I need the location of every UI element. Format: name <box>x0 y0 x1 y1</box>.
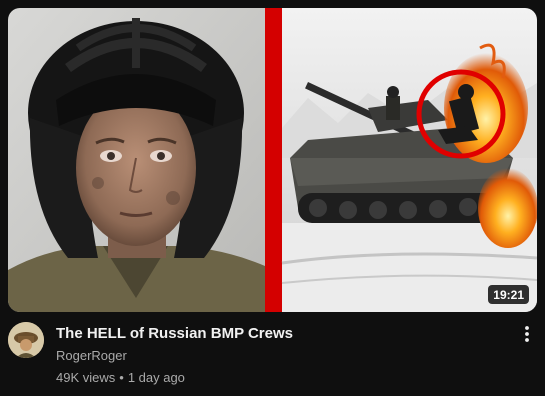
upload-age: 1 day ago <box>127 370 185 385</box>
avatar-image <box>8 322 44 358</box>
video-text: The HELL of Russian BMP Crews RogerRoger… <box>56 323 503 387</box>
stats-separator: • <box>119 370 124 385</box>
duration-badge: 19:21 <box>488 285 529 304</box>
channel-name[interactable]: RogerRoger <box>56 347 127 365</box>
video-stats: 49K views • 1 day ago <box>56 369 503 387</box>
video-title[interactable]: The HELL of Russian BMP Crews <box>56 323 503 344</box>
video-thumbnail[interactable]: 19:21 <box>8 8 537 312</box>
video-card[interactable]: 19:21 The HELL of Russian BMP Crews Roge… <box>0 0 545 396</box>
thumbnail-image <box>8 8 537 312</box>
more-actions-button[interactable] <box>515 322 539 350</box>
more-vert-icon <box>525 326 529 342</box>
channel-avatar[interactable] <box>8 322 44 358</box>
view-count: 49K views <box>56 370 116 385</box>
video-details: The HELL of Russian BMP Crews RogerRoger… <box>8 322 537 392</box>
